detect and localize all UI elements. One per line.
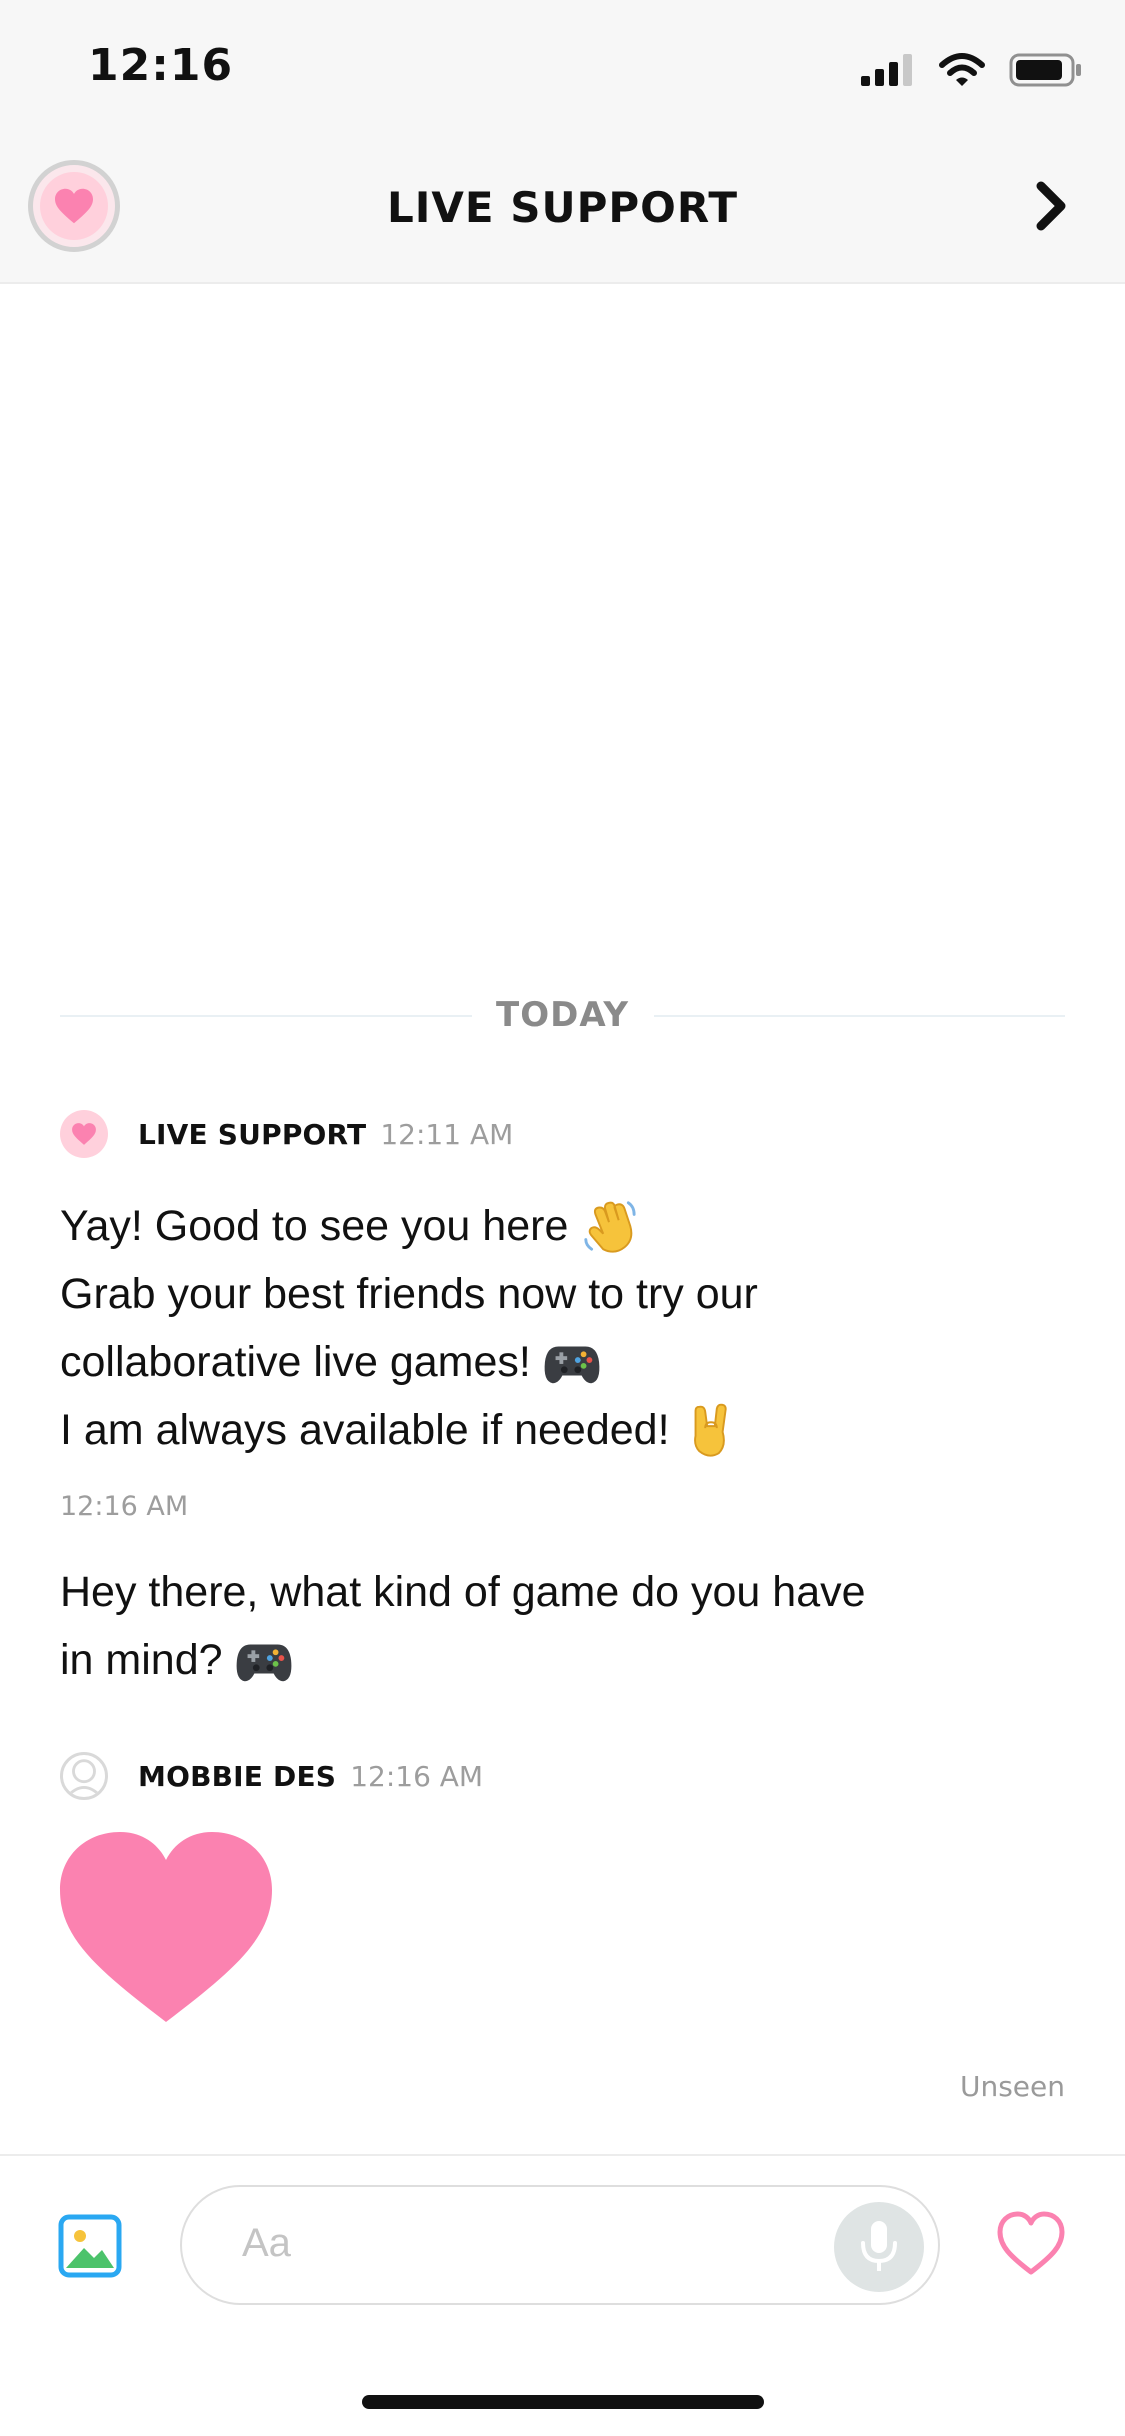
status-time: 12:16: [88, 40, 234, 91]
message-timestamp: 12:16 AM: [60, 1491, 189, 1522]
wifi-icon: [939, 53, 985, 86]
sender-name: MOBBIE DES: [138, 1759, 337, 1793]
chat-screen: 12:16 LIVE SUPPORT TODAY LIVE SUPPORT 12…: [0, 0, 1125, 2436]
sender-avatar: [60, 1110, 108, 1158]
heart-sticker: [60, 1832, 272, 2022]
message-text: in mind?: [60, 1636, 223, 1684]
battery-icon: [1009, 53, 1081, 87]
message-text: Grab your best friends now to try our: [60, 1270, 758, 1318]
message-bubble: Hey there, what kind of game do you have…: [60, 1558, 960, 1694]
read-status: Unseen: [959, 2070, 1065, 2103]
page-title: LIVE SUPPORT: [387, 183, 738, 232]
heart-icon: [72, 1123, 96, 1145]
rock-on-hand-emoji: [693, 1403, 727, 1457]
message-line: Grab your best friends now to try our: [60, 1260, 960, 1328]
message-time: 12:11 AM: [380, 1117, 514, 1151]
message-header: LIVE SUPPORT 12:11 AM: [60, 1110, 513, 1158]
message-line: I am always available if needed!: [60, 1396, 960, 1464]
message-time: 12:16 AM: [350, 1759, 484, 1793]
avatar: [60, 1752, 108, 1800]
message-text: collaborative live games!: [60, 1338, 531, 1386]
gamepad-emoji: [544, 1346, 600, 1384]
top-bar: 12:16 LIVE SUPPORT: [0, 0, 1125, 284]
image-icon[interactable]: [58, 2214, 122, 2278]
message-text: I am always available if needed!: [60, 1406, 670, 1454]
message-text: Yay! Good to see you here: [60, 1202, 569, 1250]
status-icons: [861, 50, 1083, 90]
microphone-icon: [861, 2221, 897, 2271]
message-line: Hey there, what kind of game do you have: [60, 1558, 960, 1626]
message-header: MOBBIE DES 12:16 AM: [60, 1752, 483, 1800]
message-bubble: Yay! Good to see you here Grab your best…: [60, 1192, 960, 1464]
message-line: Yay! Good to see you here: [60, 1192, 960, 1260]
home-indicator[interactable]: [362, 2395, 764, 2409]
microphone-button[interactable]: [834, 2202, 924, 2292]
message-line: in mind?: [60, 1626, 960, 1694]
user-placeholder-icon: [65, 1759, 103, 1797]
message-text: Hey there, what kind of game do you have: [60, 1568, 866, 1616]
heart-outline-icon[interactable]: [996, 2210, 1066, 2276]
waving-hand-emoji: [584, 1201, 636, 1253]
chevron-right-icon[interactable]: [1027, 178, 1075, 234]
date-divider: TODAY: [496, 995, 629, 1035]
input-placeholder: Aa: [242, 2221, 291, 2265]
gamepad-emoji: [236, 1644, 291, 1682]
sender-name: LIVE SUPPORT: [138, 1117, 367, 1151]
message-line: collaborative live games!: [60, 1328, 960, 1396]
message-input[interactable]: Aa: [180, 2185, 940, 2305]
cellular-signal-icon: [861, 54, 912, 86]
